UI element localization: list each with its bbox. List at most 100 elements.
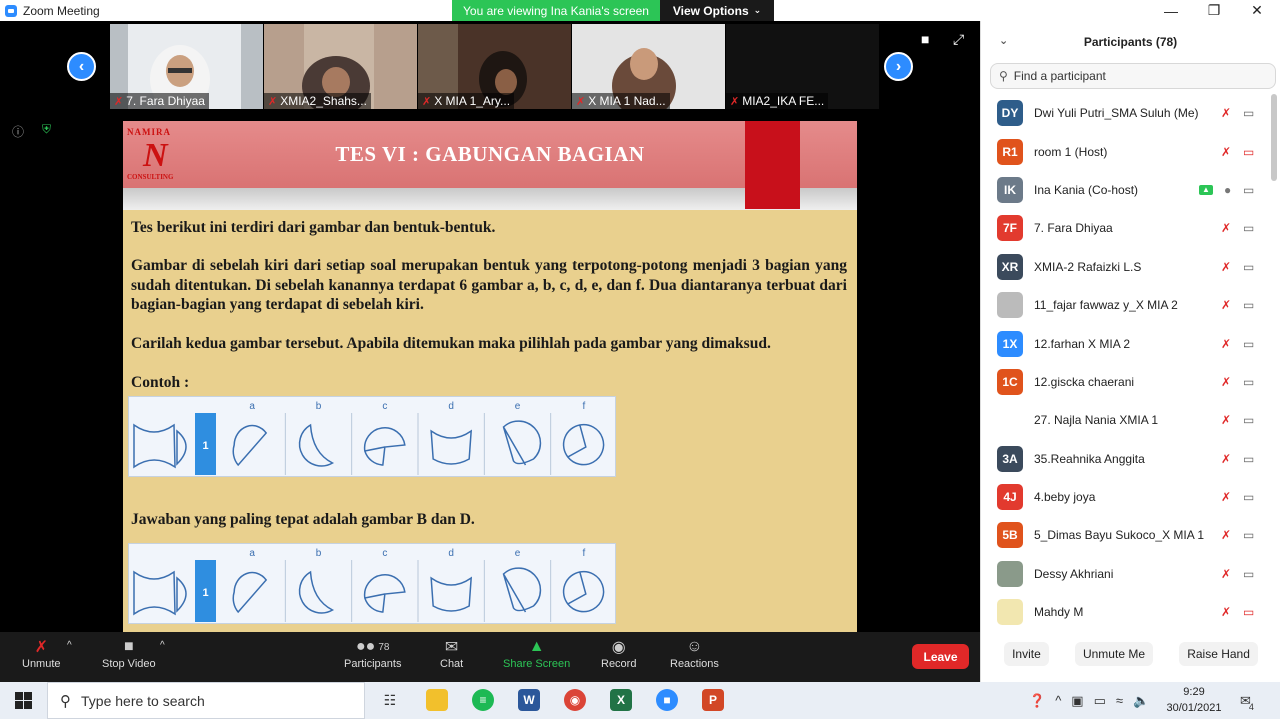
powerpoint-icon[interactable]: P (702, 689, 724, 711)
shield-check-icon[interactable]: ⛨ (42, 122, 51, 137)
option-label: b (316, 548, 322, 559)
video-camera-icon: ▭ (1243, 106, 1255, 121)
help-icon[interactable]: ❓ (1029, 693, 1045, 709)
participant-row[interactable]: Mahdy M ✗ ▭ (981, 593, 1271, 631)
option-shape[interactable] (430, 429, 473, 465)
layout-toggle-icon[interactable]: ■ (921, 31, 929, 47)
invite-button[interactable]: Invite (1004, 642, 1049, 666)
share-screen-button[interactable]: ▲ Share Screen (503, 636, 570, 670)
participant-row[interactable]: 1X 12.farhan X MIA 2 ✗ ▭ (981, 324, 1271, 362)
mic-muted-icon: ✗ (422, 95, 432, 108)
unmute-button[interactable]: ✗ Unmute (22, 636, 61, 670)
option-shape[interactable] (363, 574, 406, 613)
option-shape[interactable] (562, 570, 605, 613)
option-shape[interactable] (430, 576, 473, 612)
prev-page-button[interactable]: ‹ (67, 52, 96, 81)
chrome-icon[interactable]: ◉ (564, 689, 586, 711)
stop-video-button[interactable]: ■ Stop Video (102, 636, 156, 670)
participant-search-input[interactable]: ⚲ Find a participant (990, 63, 1276, 89)
participant-row[interactable]: DY Dwi Yuli Putri_SMA Suluh (Me) ✗ ▭ (981, 94, 1271, 132)
minimize-button[interactable]: — (1149, 0, 1193, 21)
mic-muted-icon: ✗ (1221, 528, 1232, 543)
option-label: d (448, 548, 454, 559)
audio-options-icon[interactable]: ^ (67, 640, 72, 651)
video-options-icon[interactable]: ^ (160, 640, 165, 651)
participant-row[interactable]: R1 room 1 (Host) ✗ ▭ (981, 132, 1271, 170)
video-camera-icon: ▭ (1243, 336, 1255, 351)
participant-row[interactable]: 11_fajar fawwaz y_X MIA 2 ✗ ▭ (981, 286, 1271, 324)
mic-muted-icon: ✗ (1221, 490, 1232, 505)
meet-now-icon[interactable]: ▣ (1071, 693, 1083, 709)
zoom-app-icon[interactable]: ■ (656, 689, 678, 711)
participant-row[interactable]: 4J 4.beby joya ✗ ▭ (981, 478, 1271, 516)
restore-button[interactable]: ❐ (1192, 0, 1236, 21)
next-page-button[interactable]: › (884, 52, 913, 81)
option-shape[interactable] (298, 423, 335, 467)
participant-row[interactable]: Dessy Akhriani ✗ ▭ (981, 555, 1271, 593)
unmute-me-button[interactable]: Unmute Me (1074, 642, 1153, 666)
participant-row[interactable]: 1C 12.giscka chaerani ✗ ▭ (981, 363, 1271, 401)
raise-hand-button[interactable]: Raise Hand (1179, 642, 1258, 666)
taskbar-search-input[interactable]: ⚲ Type here to search (47, 682, 365, 719)
video-tile[interactable]: ✗ XMIA2_Shahs... (264, 24, 417, 109)
tile-name: X MIA 1_Ary... (434, 94, 511, 108)
example-question-panel: 1 a b c d e f (128, 396, 616, 477)
fullscreen-icon[interactable]: ⤢ (953, 31, 964, 48)
file-explorer-icon[interactable] (426, 689, 448, 711)
record-button[interactable]: ◉ Record (601, 636, 636, 670)
participant-name: 12.farhan X MIA 2 (1034, 336, 1131, 351)
stop-video-label: Stop Video (102, 658, 156, 670)
close-button[interactable]: ✕ (1235, 0, 1279, 21)
taskbar-clock[interactable]: 9:29 30/01/2021 (1166, 684, 1222, 716)
participant-row[interactable]: XR XMIA-2 Rafaizki L.S ✗ ▭ (981, 248, 1271, 286)
task-view-icon[interactable]: ☷ (379, 689, 401, 711)
collapse-panel-icon[interactable]: ⌄ (999, 34, 1008, 47)
battery-icon[interactable]: ▭ (1094, 693, 1106, 709)
participant-name: 7. Fara Dhiyaa (1034, 221, 1113, 236)
option-label: a (249, 548, 255, 559)
option-shape[interactable] (232, 424, 268, 467)
video-tile[interactable]: ✗ X MIA 1 Nad... (572, 24, 725, 109)
video-tile[interactable]: ✗ 7. Fara Dhiyaa (110, 24, 263, 109)
participant-row[interactable]: 27. Najla Nania XMIA 1 ✗ ▭ (981, 401, 1271, 439)
viewing-screen-label: You are viewing Ina Kania's screen (452, 0, 660, 21)
option-shape[interactable] (232, 571, 268, 614)
option-shape[interactable] (363, 427, 406, 466)
video-tile-label: ✗ XMIA2_Shahs... (264, 93, 371, 109)
video-tile[interactable]: ✗ X MIA 1_Ary... (418, 24, 571, 109)
participant-avatar: DY (997, 100, 1023, 127)
chat-button[interactable]: ✉ Chat (440, 636, 463, 670)
tile-name: 7. Fara Dhiyaa (126, 94, 205, 108)
participant-row[interactable]: IK Ina Kania (Co-host) ▲ ● ▭ (981, 171, 1271, 209)
search-placeholder: Find a participant (1013, 69, 1106, 83)
participant-row[interactable]: 7F 7. Fara Dhiyaa ✗ ▭ (981, 209, 1271, 247)
video-camera-icon: ■ (123, 638, 134, 655)
participant-row[interactable]: 5B 5_Dimas Bayu Sukoco_X MIA 1 ✗ ▭ (981, 516, 1271, 554)
option-shape[interactable] (502, 567, 542, 613)
volume-icon[interactable]: 🔈 (1133, 693, 1149, 709)
participants-button[interactable]: ●● 78 Participants (344, 636, 401, 670)
option-shape[interactable] (562, 423, 605, 466)
word-icon[interactable]: W (518, 689, 540, 711)
spotify-icon[interactable]: ≡ (472, 689, 494, 711)
participant-name: 35.Reahnika Anggita (1034, 451, 1145, 466)
question-number: 1 (202, 440, 208, 452)
excel-icon[interactable]: X (610, 689, 632, 711)
participant-avatar: 7F (997, 215, 1023, 242)
wifi-icon[interactable]: ≈ (1116, 693, 1123, 708)
participant-row[interactable]: 3A 35.Reahnika Anggita ✗ ▭ (981, 440, 1271, 478)
reactions-button[interactable]: ☺ Reactions (670, 636, 719, 670)
participant-avatar (997, 292, 1023, 319)
view-options-button[interactable]: View Options ⌄ (660, 0, 774, 21)
chevron-up-icon[interactable]: ^ (1055, 693, 1061, 708)
slide-title: TES VI : GABUNGAN BAGIAN (335, 142, 645, 166)
leave-button[interactable]: Leave (912, 644, 969, 669)
start-button[interactable] (0, 682, 46, 719)
notifications-button[interactable]: ✉ 4 (1240, 682, 1254, 719)
info-icon[interactable]: ⓘ (12, 123, 24, 140)
participant-list-scrollbar[interactable] (1271, 94, 1277, 181)
mic-muted-icon: ✗ (1221, 413, 1232, 428)
video-tile[interactable]: ✗ MIA2_IKA FE... (726, 24, 879, 109)
option-shape[interactable] (298, 570, 335, 614)
option-shape[interactable] (502, 420, 542, 466)
